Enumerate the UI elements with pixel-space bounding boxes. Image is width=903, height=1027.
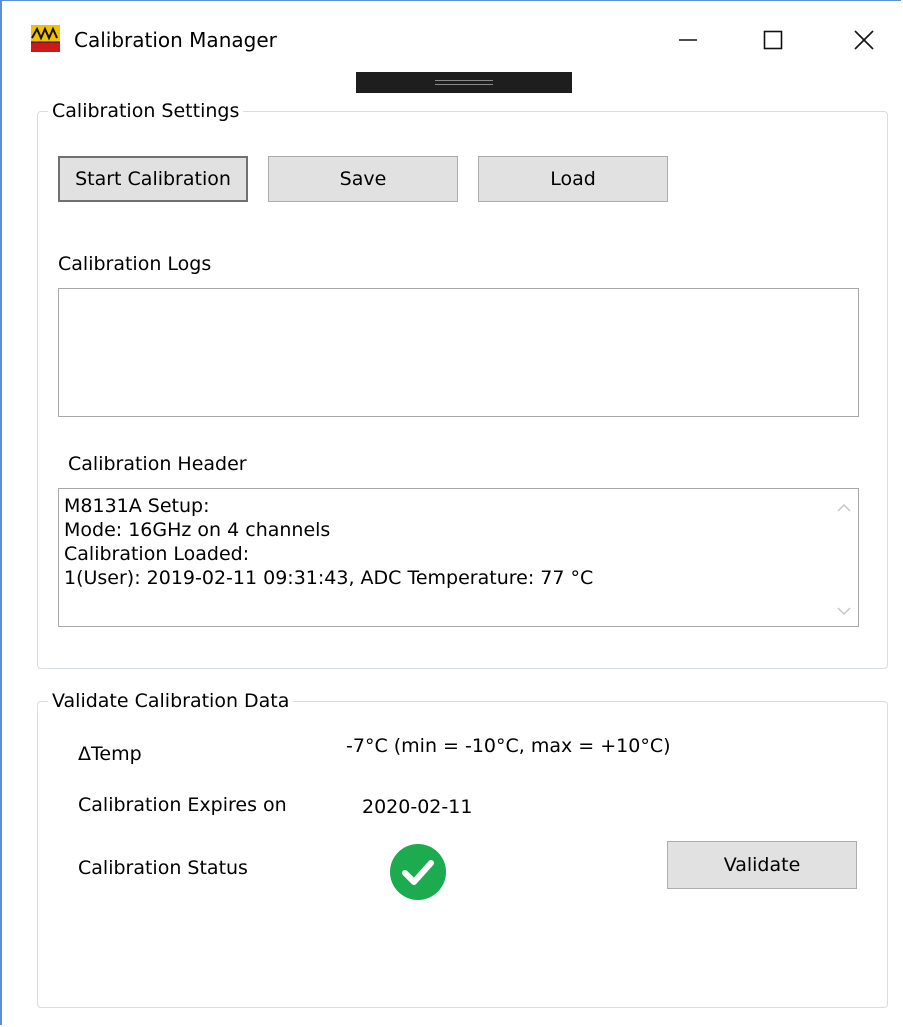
calibration-header-text: M8131A Setup: Mode: 16GHz on 4 channels … bbox=[64, 494, 593, 590]
title-bar[interactable]: Calibration Manager bbox=[2, 1, 901, 79]
window-title: Calibration Manager bbox=[74, 28, 277, 52]
header-scrollbar[interactable] bbox=[830, 489, 858, 626]
save-button[interactable]: Save bbox=[268, 156, 458, 202]
calibration-header-label: Calibration Header bbox=[68, 453, 247, 475]
maximize-button[interactable] bbox=[753, 19, 793, 61]
scroll-up-icon[interactable] bbox=[837, 501, 851, 515]
header-line: Mode: 16GHz on 4 channels bbox=[64, 519, 331, 541]
expires-value: 2020-02-11 bbox=[362, 796, 473, 818]
calibration-logs-label: Calibration Logs bbox=[58, 253, 212, 275]
close-button[interactable] bbox=[844, 19, 884, 61]
header-line: M8131A Setup: bbox=[64, 495, 210, 517]
expires-label: Calibration Expires on bbox=[78, 794, 287, 816]
check-circle-icon bbox=[390, 844, 446, 900]
minimize-button[interactable] bbox=[668, 19, 708, 61]
app-waveform-icon bbox=[31, 25, 60, 52]
calibration-manager-window: Calibration Manager Calibration Settings… bbox=[0, 0, 901, 1025]
header-line: Calibration Loaded: bbox=[64, 543, 250, 565]
calibration-settings-legend: Calibration Settings bbox=[48, 99, 244, 123]
validate-button[interactable]: Validate bbox=[667, 841, 857, 889]
calibration-header-textbox[interactable]: M8131A Setup: Mode: 16GHz on 4 channels … bbox=[58, 488, 859, 627]
drag-handle[interactable] bbox=[356, 72, 572, 93]
calibration-logs-textbox[interactable] bbox=[58, 288, 859, 417]
load-button[interactable]: Load bbox=[478, 156, 668, 202]
start-calibration-button[interactable]: Start Calibration bbox=[58, 156, 248, 202]
minimize-icon bbox=[679, 39, 697, 41]
status-label: Calibration Status bbox=[78, 857, 248, 879]
header-line: 1(User): 2019-02-11 09:31:43, ADC Temper… bbox=[64, 567, 594, 589]
delta-temp-label: ΔTemp bbox=[78, 743, 142, 765]
validate-calibration-legend: Validate Calibration Data bbox=[48, 689, 294, 713]
scroll-down-icon[interactable] bbox=[837, 604, 851, 618]
grip-icon bbox=[435, 80, 493, 85]
delta-temp-value: -7°C (min = -10°C, max = +10°C) bbox=[346, 735, 671, 757]
maximize-icon bbox=[763, 30, 783, 50]
close-icon bbox=[854, 30, 874, 50]
